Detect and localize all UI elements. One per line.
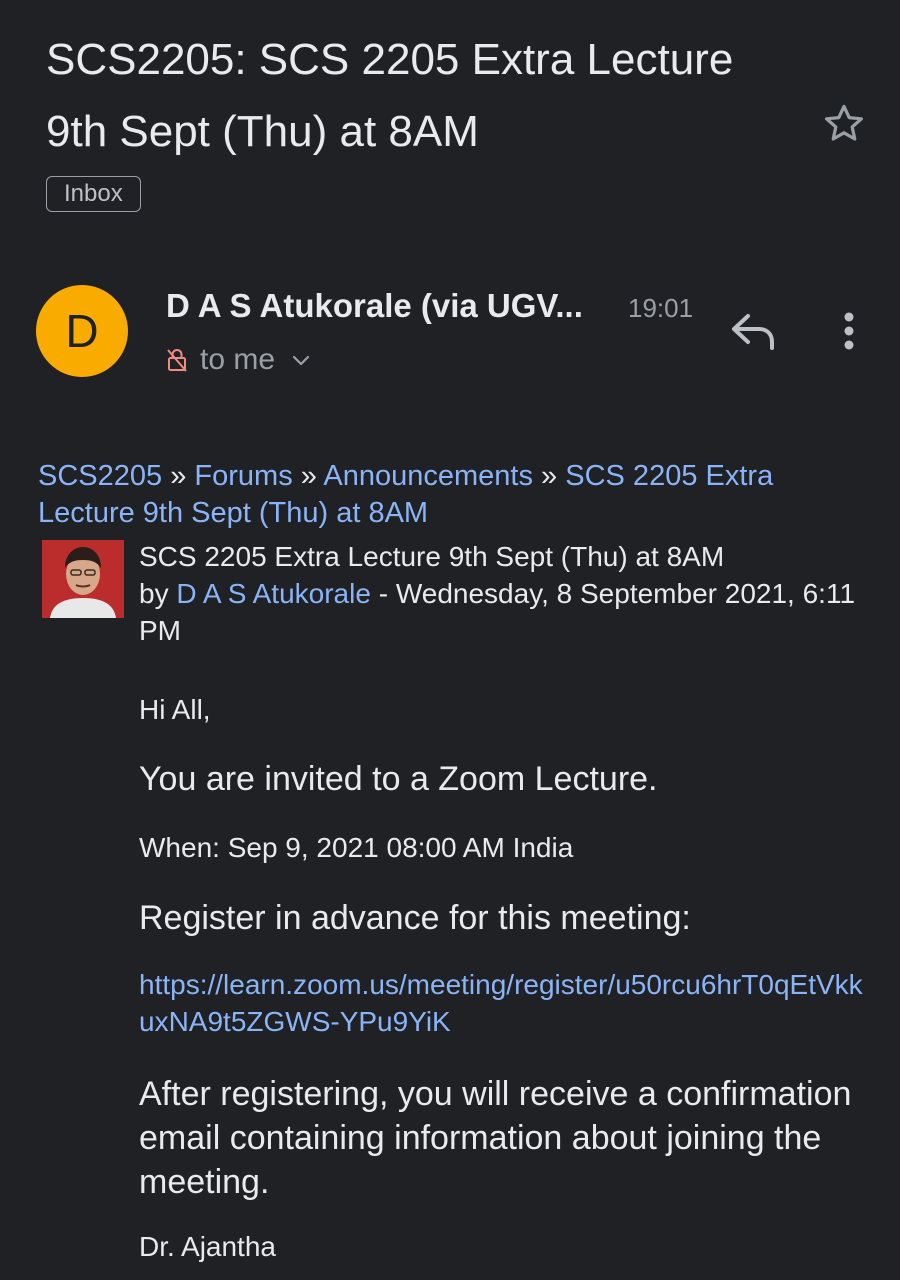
reply-icon[interactable]	[728, 308, 780, 354]
sender-avatar[interactable]: D	[36, 285, 128, 377]
breadcrumb-course[interactable]: SCS2205	[38, 460, 162, 492]
sender-name[interactable]: D A S Atukorale (via UGV...	[166, 284, 583, 328]
post-header: SCS 2205 Extra Lecture 9th Sept (Thu) at…	[139, 538, 869, 649]
inbox-label[interactable]: Inbox	[46, 176, 141, 212]
post-author-link[interactable]: D A S Atukorale	[176, 578, 371, 609]
invite-text: You are invited to a Zoom Lecture.	[139, 760, 658, 798]
star-icon[interactable]	[820, 100, 868, 148]
greeting-text: Hi All,	[139, 694, 211, 725]
more-vert-icon[interactable]	[834, 308, 864, 354]
breadcrumb-separator: »	[541, 460, 558, 492]
email-view: SCS2205: SCS 2205 Extra Lecture 9th Sept…	[0, 0, 900, 1280]
sent-time: 19:01	[628, 293, 694, 323]
breadcrumb-separator: »	[300, 460, 317, 492]
breadcrumb-forums[interactable]: Forums	[194, 460, 292, 492]
recipient-text: to me	[200, 343, 276, 376]
register-text: Register in advance for this meeting:	[139, 899, 691, 937]
zoom-registration-link[interactable]: https://learn.zoom.us/meeting/register/u…	[139, 966, 869, 1040]
meeting-time: When: Sep 9, 2021 08:00 AM India	[139, 832, 574, 863]
email-subject: SCS2205: SCS 2205 Extra Lecture 9th Sept…	[46, 35, 734, 156]
post-title: SCS 2205 Extra Lecture 9th Sept (Thu) at…	[139, 541, 725, 572]
post-meta: by D A S Atukorale - Wednesday, 8 Septem…	[139, 575, 869, 649]
signature: Dr. Ajantha	[139, 1231, 276, 1262]
breadcrumb: SCS2205 » Forums » Announcements » SCS 2…	[38, 458, 858, 532]
after-register-text: After registering, you will receive a co…	[139, 1075, 852, 1201]
chevron-down-icon	[292, 355, 310, 366]
author-photo	[42, 540, 124, 618]
breadcrumb-announcements[interactable]: Announcements	[323, 460, 533, 492]
recipient-details-toggle[interactable]: to me	[166, 340, 313, 380]
lock-off-icon	[167, 349, 187, 372]
breadcrumb-separator: »	[170, 460, 187, 492]
post-by: by	[139, 578, 169, 609]
